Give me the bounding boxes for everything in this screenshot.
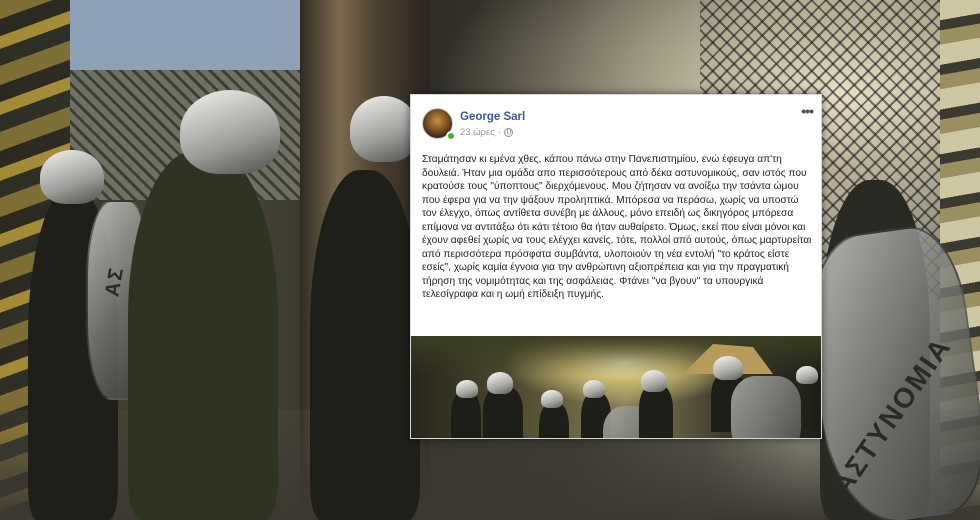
post-header: George Sarl 23 ώρες · •••: [411, 95, 821, 147]
author-name[interactable]: George Sarl: [460, 111, 525, 123]
meta-separator: ·: [497, 127, 502, 138]
photo-officer: [451, 391, 481, 438]
photo-helmet: [487, 372, 513, 394]
online-status-icon: [446, 131, 456, 141]
riot-officer: [128, 150, 278, 520]
photo-shield: [731, 376, 801, 438]
post-timestamp[interactable]: 23 ώρες: [460, 127, 495, 138]
photo-helmet: [456, 380, 478, 398]
riot-helmet: [350, 96, 418, 162]
riot-officer: [310, 170, 420, 520]
photo-helmet: [641, 370, 667, 392]
riot-helmet: [40, 150, 104, 204]
globe-icon: [504, 128, 514, 137]
photo-helmet: [583, 380, 605, 398]
photo-helmet: [796, 366, 818, 384]
facebook-post: George Sarl 23 ώρες · ••• Σταμάτησαν κι …: [410, 94, 822, 439]
ellipsis-icon[interactable]: •••: [801, 104, 814, 118]
post-meta: 23 ώρες ·: [460, 127, 514, 138]
post-photo[interactable]: [411, 336, 821, 438]
riot-helmet: [180, 90, 280, 174]
photo-helmet: [541, 390, 563, 408]
post-body-text: Σταμάτησαν κι εμένα χθες, κάπου πάνω στη…: [422, 154, 812, 300]
photo-helmet: [713, 356, 743, 380]
photo-officer: [639, 384, 673, 438]
